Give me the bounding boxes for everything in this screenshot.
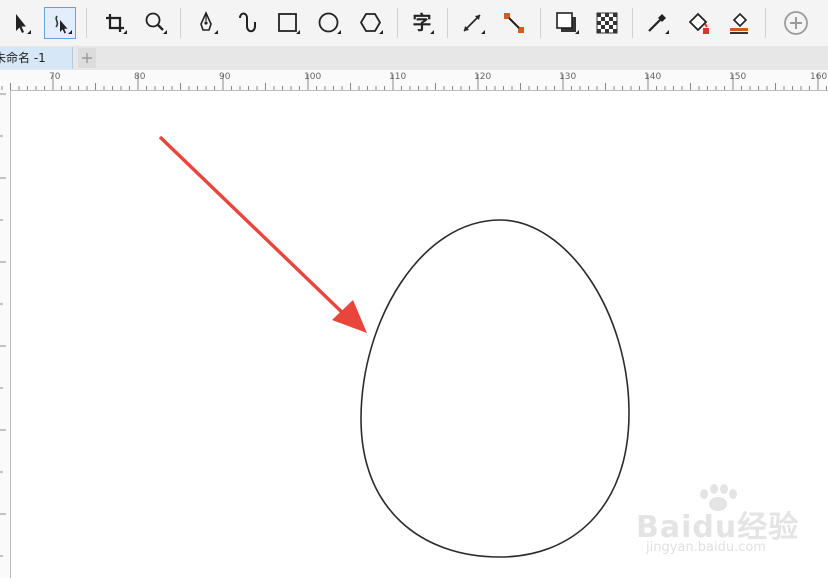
- toolbar-separator: [447, 8, 448, 38]
- drop-shadow-tool-button[interactable]: [551, 7, 583, 39]
- toolbar-separator: [632, 8, 633, 38]
- text-tool-button[interactable]: 字: [406, 7, 438, 39]
- ruler-label: 130: [559, 72, 577, 82]
- plus-icon: [82, 53, 92, 63]
- polygon-tool-button[interactable]: [355, 7, 387, 39]
- watermark-url: jingyan.baidu.com: [646, 540, 766, 555]
- freehand-pick-tool-icon: [55, 15, 72, 34]
- ruler-label: 80: [134, 72, 146, 82]
- document-tab[interactable]: 未命名 -1: [0, 47, 73, 69]
- pick-tool-button[interactable]: [3, 7, 35, 39]
- connector-tool-icon: [504, 13, 524, 33]
- vertical-ruler-ticks: [0, 93, 6, 557]
- baidu-jingyan-watermark: Baidu经验 jingyan.baidu.com: [634, 484, 804, 568]
- egg-shape[interactable]: [360, 219, 630, 558]
- ellipse-tool-button[interactable]: [313, 7, 345, 39]
- ruler-label: 160: [810, 72, 828, 82]
- crop-tool-button[interactable]: [99, 7, 131, 39]
- annotation-arrow: [158, 135, 350, 320]
- eyedropper-tool-icon: [648, 14, 669, 34]
- ruler-label: 140: [644, 72, 662, 82]
- ruler-label: 110: [389, 72, 407, 82]
- ruler-label: 70: [49, 72, 61, 82]
- toolbar-separator: [540, 8, 541, 38]
- horizontal-ruler[interactable]: 70 80 90 100 110 120 130 140 150 160: [0, 70, 828, 91]
- zoom-tool-button[interactable]: [139, 7, 171, 39]
- smart-fill-tool-icon: [730, 12, 748, 34]
- zoom-tool-icon: [145, 12, 167, 34]
- pen-tool-button[interactable]: [190, 7, 222, 39]
- rectangle-tool-button[interactable]: [272, 7, 304, 39]
- ruler-ticks: [1, 74, 827, 90]
- toolbar-separator: [86, 8, 87, 38]
- rectangle-tool-icon: [278, 13, 300, 34]
- pen-tool-icon: [200, 11, 218, 34]
- add-tool-button[interactable]: [780, 7, 812, 39]
- crop-tool-icon: [106, 14, 127, 34]
- vertical-ruler[interactable]: [0, 90, 11, 578]
- toolbar-separator: [397, 8, 398, 38]
- drop-shadow-tool-icon: [556, 12, 579, 34]
- interactive-fill-tool-icon: [688, 12, 709, 34]
- transparency-tool-icon: [596, 12, 618, 34]
- text-tool-icon: 字: [412, 11, 434, 34]
- dimension-tool-icon: [463, 14, 485, 34]
- toolbox: 字: [0, 0, 828, 47]
- new-document-tab-button[interactable]: [78, 48, 96, 68]
- transparency-tool-button[interactable]: [591, 7, 623, 39]
- ellipse-tool-icon: [318, 12, 341, 34]
- pick-tool-icon: [16, 14, 31, 34]
- interactive-fill-tool-button[interactable]: [682, 7, 714, 39]
- dimension-tool-button[interactable]: [457, 7, 489, 39]
- bezier-tool-button[interactable]: [231, 7, 263, 39]
- connector-tool-button[interactable]: [498, 7, 530, 39]
- bezier-curve-tool-icon: [239, 12, 256, 33]
- ruler-label: 100: [304, 72, 322, 82]
- ruler-label: 150: [729, 72, 747, 82]
- document-tab-bar: 未命名 -1: [0, 46, 828, 71]
- annotation-arrow-head: [332, 300, 367, 333]
- ruler-label: 90: [219, 72, 231, 82]
- ruler-label: 120: [474, 72, 492, 82]
- eyedropper-tool-button[interactable]: [641, 7, 673, 39]
- document-tab-label: 未命名 -1: [0, 51, 46, 65]
- add-tool-icon: [784, 11, 808, 35]
- svg-text:字: 字: [412, 11, 431, 34]
- polygon-tool-icon: [359, 13, 383, 34]
- toolbar-separator: [765, 8, 766, 38]
- toolbar-separator: [180, 8, 181, 38]
- smart-fill-tool-button[interactable]: [723, 7, 755, 39]
- freehand-pick-tool-button[interactable]: [44, 7, 76, 39]
